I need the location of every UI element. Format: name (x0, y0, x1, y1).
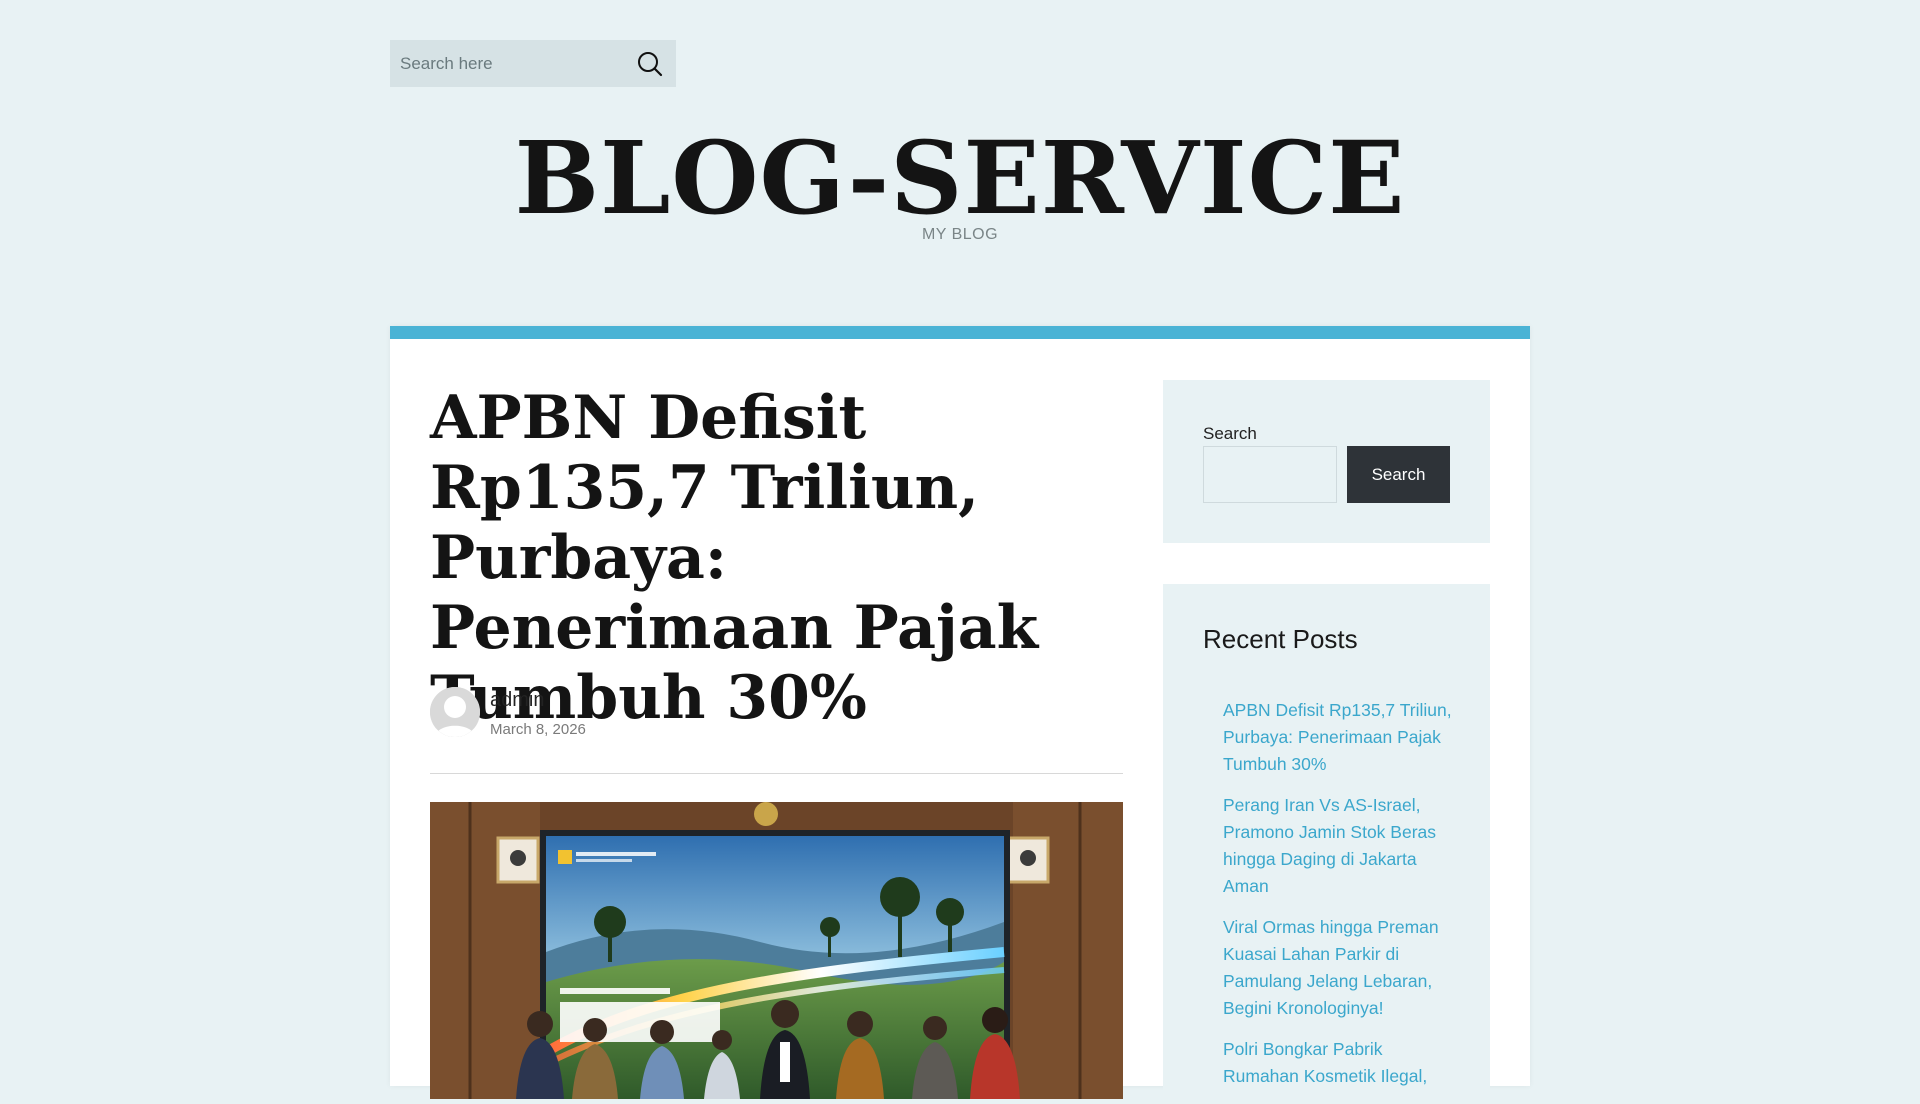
recent-posts-list: APBN Defisit Rp135,7 Triliun, Purbaya: P… (1223, 697, 1453, 1104)
sidebar-search-input[interactable] (1203, 446, 1337, 503)
recent-posts-heading: Recent Posts (1203, 624, 1358, 654)
recent-post-link[interactable]: Polri Bongkar Pabrik Rumahan Kosmetik Il… (1223, 1036, 1453, 1090)
header-search-input[interactable] (390, 40, 620, 87)
recent-posts-widget: Recent Posts APBN Defisit Rp135,7 Triliu… (1163, 584, 1490, 1104)
recent-post-link[interactable]: APBN Defisit Rp135,7 Triliun, Purbaya: P… (1223, 697, 1453, 778)
main-content-card: APBN Defisit Rp135,7 Triliun, Purbaya: P… (390, 326, 1530, 1104)
post-date: March 8, 2026 (490, 721, 586, 738)
sidebar-search-button[interactable]: Search (1347, 446, 1450, 503)
post-title: APBN Defisit Rp135,7 Triliun, Purbaya: P… (430, 383, 1039, 733)
featured-image-illustration (430, 802, 1123, 1099)
site-tagline: MY BLOG (921, 226, 999, 243)
site-title[interactable]: BLOG-SERVICE (0, 118, 1920, 238)
featured-image (430, 802, 1123, 1099)
search-icon[interactable] (636, 50, 664, 78)
avatar[interactable] (430, 687, 480, 737)
header-search (390, 40, 676, 87)
list-item: Perang Iran Vs AS-Israel, Pramono Jamin … (1223, 792, 1453, 900)
list-item: APBN Defisit Rp135,7 Triliun, Purbaya: P… (1223, 697, 1453, 778)
sidebar-search-widget: Search Search (1163, 380, 1490, 543)
post-author[interactable]: admin (490, 689, 544, 712)
divider (430, 773, 1123, 774)
list-item: Polri Bongkar Pabrik Rumahan Kosmetik Il… (1223, 1036, 1453, 1090)
sidebar-search-label: Search (1203, 424, 1257, 443)
user-avatar-icon (430, 687, 480, 737)
list-item: Viral Ormas hingga Preman Kuasai Lahan P… (1223, 914, 1453, 1022)
recent-post-link[interactable]: Perang Iran Vs AS-Israel, Pramono Jamin … (1223, 792, 1453, 900)
recent-post-link[interactable]: Viral Ormas hingga Preman Kuasai Lahan P… (1223, 914, 1453, 1022)
